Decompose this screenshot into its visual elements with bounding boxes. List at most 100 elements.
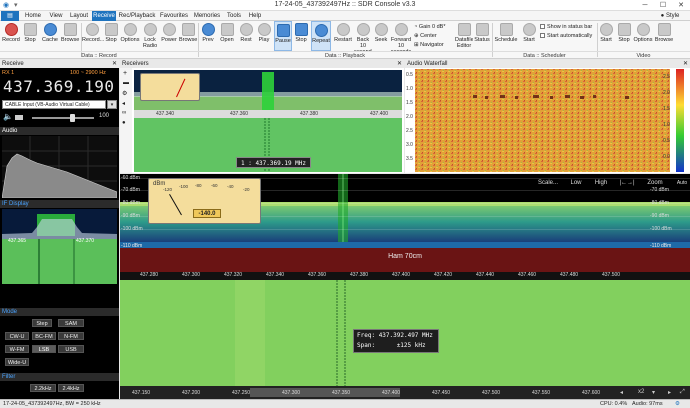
start-automatically-checkbox[interactable]: Start automatically: [540, 32, 596, 40]
fullscreen-icon[interactable]: ⤢: [680, 389, 685, 396]
start-scheduler-button[interactable]: Start: [520, 21, 538, 51]
meter-needle: [176, 78, 186, 98]
high-button[interactable]: High: [590, 178, 612, 188]
db-tick-right: -100 dBm: [650, 226, 672, 232]
zoom-dropdown-icon[interactable]: ▾: [652, 389, 655, 396]
options-video-button[interactable]: Options: [633, 21, 653, 51]
browse-video-button[interactable]: Browse: [654, 21, 674, 51]
prev-button[interactable]: Prev: [199, 21, 217, 51]
menu-receive[interactable]: Receive: [92, 11, 116, 21]
forward-10-button[interactable]: Forward 10 seconds: [390, 21, 412, 51]
menu-home[interactable]: Home: [22, 11, 44, 21]
low-button[interactable]: Low: [566, 178, 586, 188]
receive-panel-header: Receive ✕: [0, 60, 119, 68]
rest-label: Rest: [240, 37, 252, 43]
options-button[interactable]: Options: [120, 21, 140, 51]
scroll-left-icon[interactable]: ◂: [620, 389, 623, 396]
db-tick: -60 dBm: [121, 175, 140, 181]
pause-button[interactable]: Pause: [274, 21, 292, 51]
menu-rec-playback[interactable]: Rec/Playback: [118, 11, 156, 21]
stop-record-button[interactable]: Stop: [22, 21, 38, 51]
play-button[interactable]: Play: [256, 21, 272, 51]
scale-button[interactable]: Scale...: [534, 178, 562, 188]
volume-slider[interactable]: [32, 114, 94, 122]
link-icon[interactable]: ∞: [122, 110, 126, 116]
speaker-icon[interactable]: ◂: [122, 100, 125, 107]
mode-step-button[interactable]: Step: [32, 319, 52, 327]
back-10-button[interactable]: Back 10 seconds: [354, 21, 372, 51]
zoom-button[interactable]: Zoom: [642, 178, 668, 188]
browse-button[interactable]: Browse: [179, 21, 197, 51]
status-button[interactable]: Status: [474, 21, 490, 51]
open-button[interactable]: Open: [218, 21, 236, 51]
filter-22-button[interactable]: 2.2kHz: [30, 384, 56, 392]
record-button[interactable]: Record: [2, 21, 20, 51]
menu-help[interactable]: Help: [246, 11, 264, 21]
cache-icon: [43, 23, 57, 36]
lock-radio-button[interactable]: Lock Radio: [141, 21, 159, 51]
record-dots-button[interactable]: Record...: [82, 21, 104, 51]
menu-memories[interactable]: Memories: [192, 11, 222, 21]
repeat-button[interactable]: Repeat: [311, 21, 331, 51]
close-icon[interactable]: ✕: [683, 60, 688, 68]
style-menu[interactable]: ● Style: [655, 11, 685, 21]
center-control[interactable]: ⊕ Center: [414, 32, 454, 40]
menu-favourites[interactable]: Favourites: [158, 11, 190, 21]
folder-icon: [63, 23, 77, 36]
mode-wideu-button[interactable]: Wide-U: [5, 358, 29, 366]
restart-button[interactable]: Restart: [333, 21, 353, 51]
mode-cwu-button[interactable]: CW-U: [5, 332, 29, 340]
datafile-editor-button[interactable]: Datafile Editor: [455, 21, 473, 51]
frequency-display[interactable]: 437.369.190: [3, 77, 114, 96]
scroll-right-icon[interactable]: ▸: [668, 389, 671, 396]
info-freq-value: 437.392.497 MHz: [378, 332, 433, 339]
delete-receiver-icon[interactable]: ▬: [123, 80, 129, 86]
power-button[interactable]: Power: [160, 21, 178, 51]
mode-lsb-button[interactable]: LSB: [32, 345, 56, 353]
navigator-control[interactable]: ⊞ Navigator: [414, 41, 454, 49]
status-bar: 17-24-05_437392497Hz, BW = 250 kHz CPU: …: [0, 399, 690, 407]
fit-width-icon[interactable]: |←→|: [616, 178, 638, 188]
seek-button[interactable]: Seek: [374, 21, 388, 51]
schedule-button[interactable]: Schedule: [494, 21, 518, 51]
cache-button[interactable]: Cache: [40, 21, 60, 51]
stop-video-button[interactable]: Stop: [616, 21, 632, 51]
filter-24-button[interactable]: 2.4kHz: [58, 384, 84, 392]
speaker-icon[interactable]: 🔈: [3, 112, 13, 121]
menu-view[interactable]: View: [46, 11, 66, 21]
rest-button[interactable]: Rest: [237, 21, 255, 51]
group-data-record: Data :: Record: [0, 51, 198, 59]
maximize-button[interactable]: ☐: [654, 0, 672, 11]
mode-nfm-button[interactable]: N-FM: [58, 332, 84, 340]
stop-play-button[interactable]: Stop: [293, 21, 309, 51]
stop-button[interactable]: Stop: [103, 21, 119, 51]
add-receiver-icon[interactable]: +: [123, 70, 127, 77]
close-icon[interactable]: ✕: [397, 60, 402, 68]
start-video-button[interactable]: Start: [598, 21, 614, 51]
file-menu-button[interactable]: ▤: [1, 11, 19, 21]
mute-icon[interactable]: [15, 115, 23, 120]
menu-tools[interactable]: Tools: [224, 11, 244, 21]
minimize-button[interactable]: ─: [636, 0, 654, 11]
receiver-frequency-label: 1 : 437.369.19 MHz: [236, 157, 312, 168]
gain-control[interactable]: ◔ Gain 0 dB*: [414, 23, 454, 31]
settings-icon[interactable]: ⚙: [122, 90, 127, 97]
show-in-status-bar-checkbox[interactable]: Show in status bar: [540, 23, 596, 31]
audio-input-select[interactable]: CABLE Input (VB-Audio Virtual Cable): [2, 100, 106, 109]
close-icon[interactable]: ✕: [112, 60, 117, 68]
close-button[interactable]: ✕: [672, 0, 690, 11]
zoom-level[interactable]: x2: [638, 389, 644, 395]
menu-layout[interactable]: Layout: [68, 11, 90, 21]
mode-wfm-button[interactable]: W-FM: [5, 345, 29, 353]
record-icon[interactable]: ●: [122, 120, 126, 126]
if-display: [2, 209, 117, 284]
browse-record-button[interactable]: Browse: [61, 21, 79, 51]
chevron-down-icon[interactable]: ▾: [107, 100, 117, 109]
mode-bcfm-button[interactable]: BC-FM: [32, 332, 56, 340]
mode-usb-button[interactable]: USB: [58, 345, 84, 353]
mode-sam-button[interactable]: SAM: [58, 319, 84, 327]
group-data-scheduler: Data :: Scheduler: [492, 51, 597, 59]
volume-thumb[interactable]: [70, 114, 75, 122]
freq-tick: 437.280: [140, 272, 159, 278]
auto-label[interactable]: Auto: [676, 178, 688, 188]
